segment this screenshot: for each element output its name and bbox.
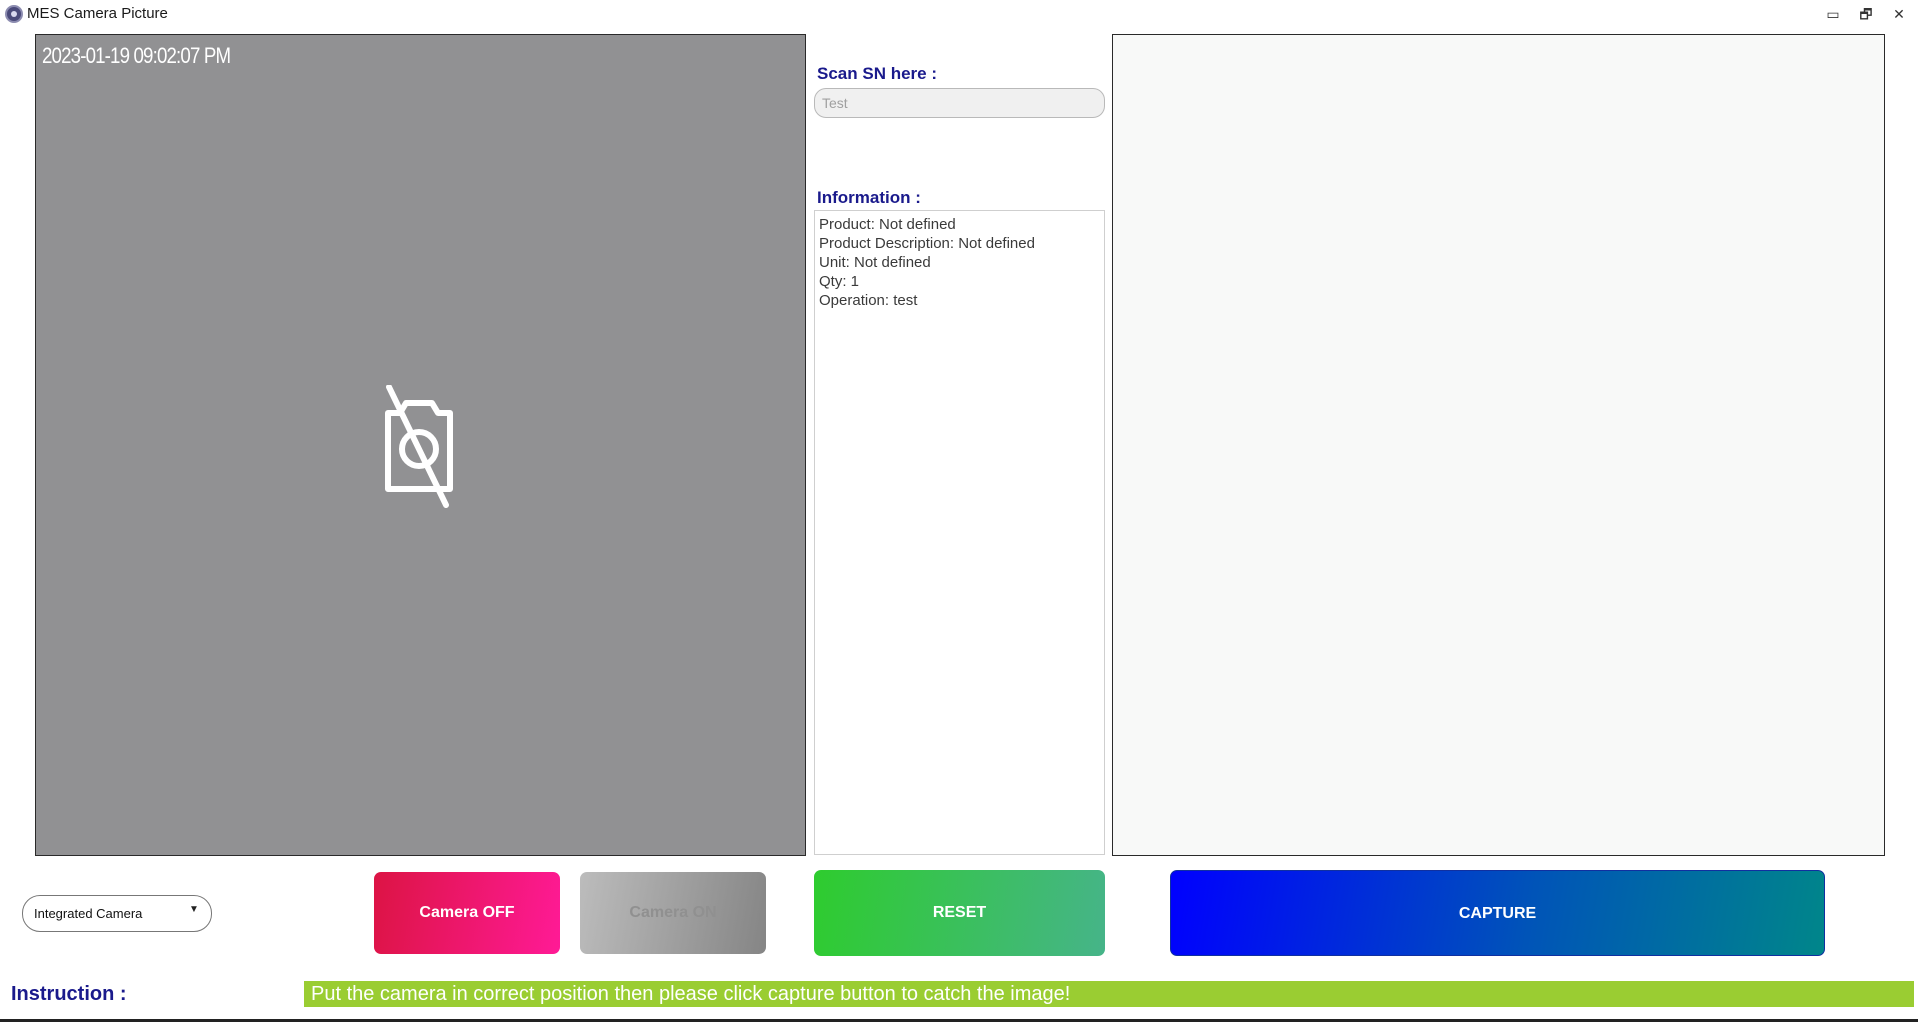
app-camera-icon	[5, 5, 23, 23]
chevron-down-icon[interactable]: ▼	[189, 904, 199, 915]
restore-icon[interactable]: 🗗	[1855, 4, 1877, 24]
info-qty: Qty: 1	[819, 273, 860, 290]
information-label: Information :	[817, 188, 921, 207]
captured-image-preview	[1112, 34, 1885, 856]
reset-button[interactable]: RESET	[814, 870, 1105, 956]
info-unit: Unit: Not defined	[819, 254, 931, 271]
info-product: Product: Not defined	[819, 216, 956, 233]
camera-live-view: 2023-01-19 09:02:07 PM	[35, 34, 806, 856]
info-product-description: Product Description: Not defined	[819, 235, 1035, 252]
close-icon[interactable]: ✕	[1888, 4, 1910, 24]
camera-select-value: Integrated Camera	[34, 906, 143, 921]
window-title: MES Camera Picture	[27, 5, 168, 22]
information-box: Product: Not defined Product Description…	[814, 210, 1105, 855]
camera-on-button[interactable]: Camera ON	[580, 872, 766, 954]
info-operation: Operation: test	[819, 292, 918, 309]
camera-off-button[interactable]: Camera OFF	[374, 872, 560, 954]
camera-off-icon	[385, 385, 453, 508]
instruction-text: Put the camera in correct position then …	[304, 981, 1914, 1007]
scan-sn-label: Scan SN here :	[817, 64, 937, 83]
scan-sn-input[interactable]	[814, 88, 1105, 118]
minimize-icon[interactable]: ▭	[1822, 4, 1844, 24]
camera-select[interactable]: Integrated Camera ▼	[22, 895, 212, 932]
capture-button[interactable]: CAPTURE	[1170, 870, 1825, 956]
camera-timestamp: 2023-01-19 09:02:07 PM	[42, 43, 231, 68]
title-bar: MES Camera Picture ▭ 🗗 ✕	[0, 0, 1918, 28]
instruction-label: Instruction :	[11, 983, 127, 1005]
